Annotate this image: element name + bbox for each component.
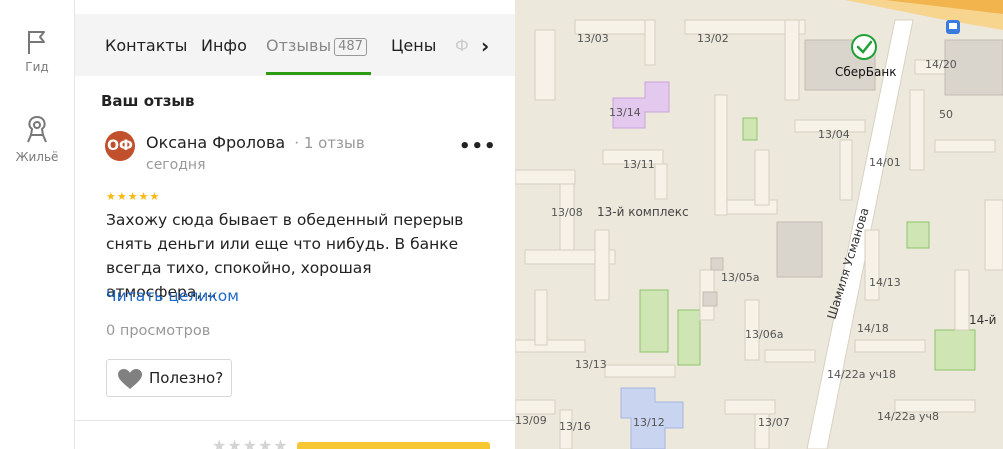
poi-label: СберБанк bbox=[835, 65, 896, 79]
map-label: 13/05а bbox=[721, 271, 759, 284]
divider bbox=[75, 420, 515, 421]
chevron-right-icon[interactable]: › bbox=[481, 34, 489, 58]
your-review-heading: Ваш отзыв bbox=[101, 92, 195, 110]
rate-stars-input[interactable]: ★★★★★ bbox=[212, 436, 289, 449]
map-label: 13/12 bbox=[633, 416, 665, 429]
map-label: 13/02 bbox=[697, 32, 729, 45]
heart-icon bbox=[118, 369, 142, 389]
map-label: 13/14 bbox=[609, 106, 641, 119]
bus-stop-icon[interactable] bbox=[946, 20, 960, 34]
map-label: 13/13 bbox=[575, 358, 607, 371]
tab-info[interactable]: Инфо bbox=[201, 36, 247, 55]
map-label: 13/06а bbox=[745, 328, 783, 341]
map-label: 13/16 bbox=[559, 420, 591, 433]
map-label: 14/22а уч18 bbox=[827, 368, 896, 381]
author-name[interactable]: Оксана Фролова bbox=[146, 133, 285, 152]
rail-item-label: Гид bbox=[25, 60, 49, 74]
map-label: 13/11 bbox=[623, 158, 655, 171]
tab-bar: Контакты Инфо Отзывы 487 Цены Ф › bbox=[75, 0, 515, 76]
avatar[interactable]: ОФ bbox=[105, 131, 135, 161]
home-search-icon bbox=[27, 115, 47, 143]
side-rail: Гид Жильё bbox=[0, 0, 75, 449]
more-options-icon[interactable]: ••• bbox=[459, 136, 497, 157]
reviews-count-badge: 487 bbox=[334, 38, 367, 56]
map-label: 50 bbox=[939, 108, 953, 121]
rail-item-housing[interactable]: Жильё bbox=[0, 114, 74, 164]
place-card-panel: Контакты Инфо Отзывы 487 Цены Ф › Ваш отз… bbox=[75, 0, 515, 449]
rail-item-guide[interactable]: Гид bbox=[0, 28, 74, 74]
map-label: 14/22а уч8 bbox=[877, 410, 939, 423]
map-label: 13/07 bbox=[758, 416, 790, 429]
map-label: 14-й bbox=[969, 313, 996, 327]
read-more-link[interactable]: Читать целиком bbox=[106, 287, 239, 305]
useful-button[interactable]: Полезно? bbox=[106, 359, 232, 397]
author-review-count: · 1 отзыв bbox=[294, 134, 365, 152]
tab-reviews[interactable]: Отзывы 487 bbox=[266, 36, 367, 56]
tab-photos-partial[interactable]: Ф bbox=[455, 36, 469, 55]
map-canvas[interactable]: 13/03 13/02 13/14 13/04 13/11 13/08 13-й… bbox=[515, 0, 1003, 449]
map-label: 13/04 bbox=[818, 128, 850, 141]
tab-prices[interactable]: Цены bbox=[391, 36, 436, 55]
write-review-button[interactable] bbox=[297, 442, 490, 449]
useful-label: Полезно? bbox=[149, 369, 224, 387]
tab-contacts[interactable]: Контакты bbox=[105, 36, 187, 55]
rating-stars: ★★★★★ bbox=[106, 190, 161, 203]
active-tab-indicator bbox=[266, 72, 371, 75]
map-label: 14/20 bbox=[925, 58, 957, 71]
sberbank-logo-icon bbox=[851, 34, 877, 60]
map-view[interactable]: 13/03 13/02 13/14 13/04 13/11 13/08 13-й… bbox=[515, 0, 1003, 449]
map-label: 13/03 bbox=[577, 32, 609, 45]
map-district-label: 13-й комплекс bbox=[597, 205, 689, 219]
map-label: 14/01 bbox=[869, 156, 901, 169]
map-label: 13/08 bbox=[551, 206, 583, 219]
views-count: 0 просмотров bbox=[106, 323, 211, 339]
map-label: 14/18 bbox=[857, 322, 889, 335]
flag-icon bbox=[28, 31, 45, 54]
map-label: 13/09 bbox=[515, 414, 547, 427]
rail-item-label: Жильё bbox=[15, 150, 59, 164]
map-label: 14/13 bbox=[869, 276, 901, 289]
review-author: Оксана Фролова · 1 отзыв bbox=[146, 133, 365, 152]
review-date: сегодня bbox=[146, 157, 206, 173]
